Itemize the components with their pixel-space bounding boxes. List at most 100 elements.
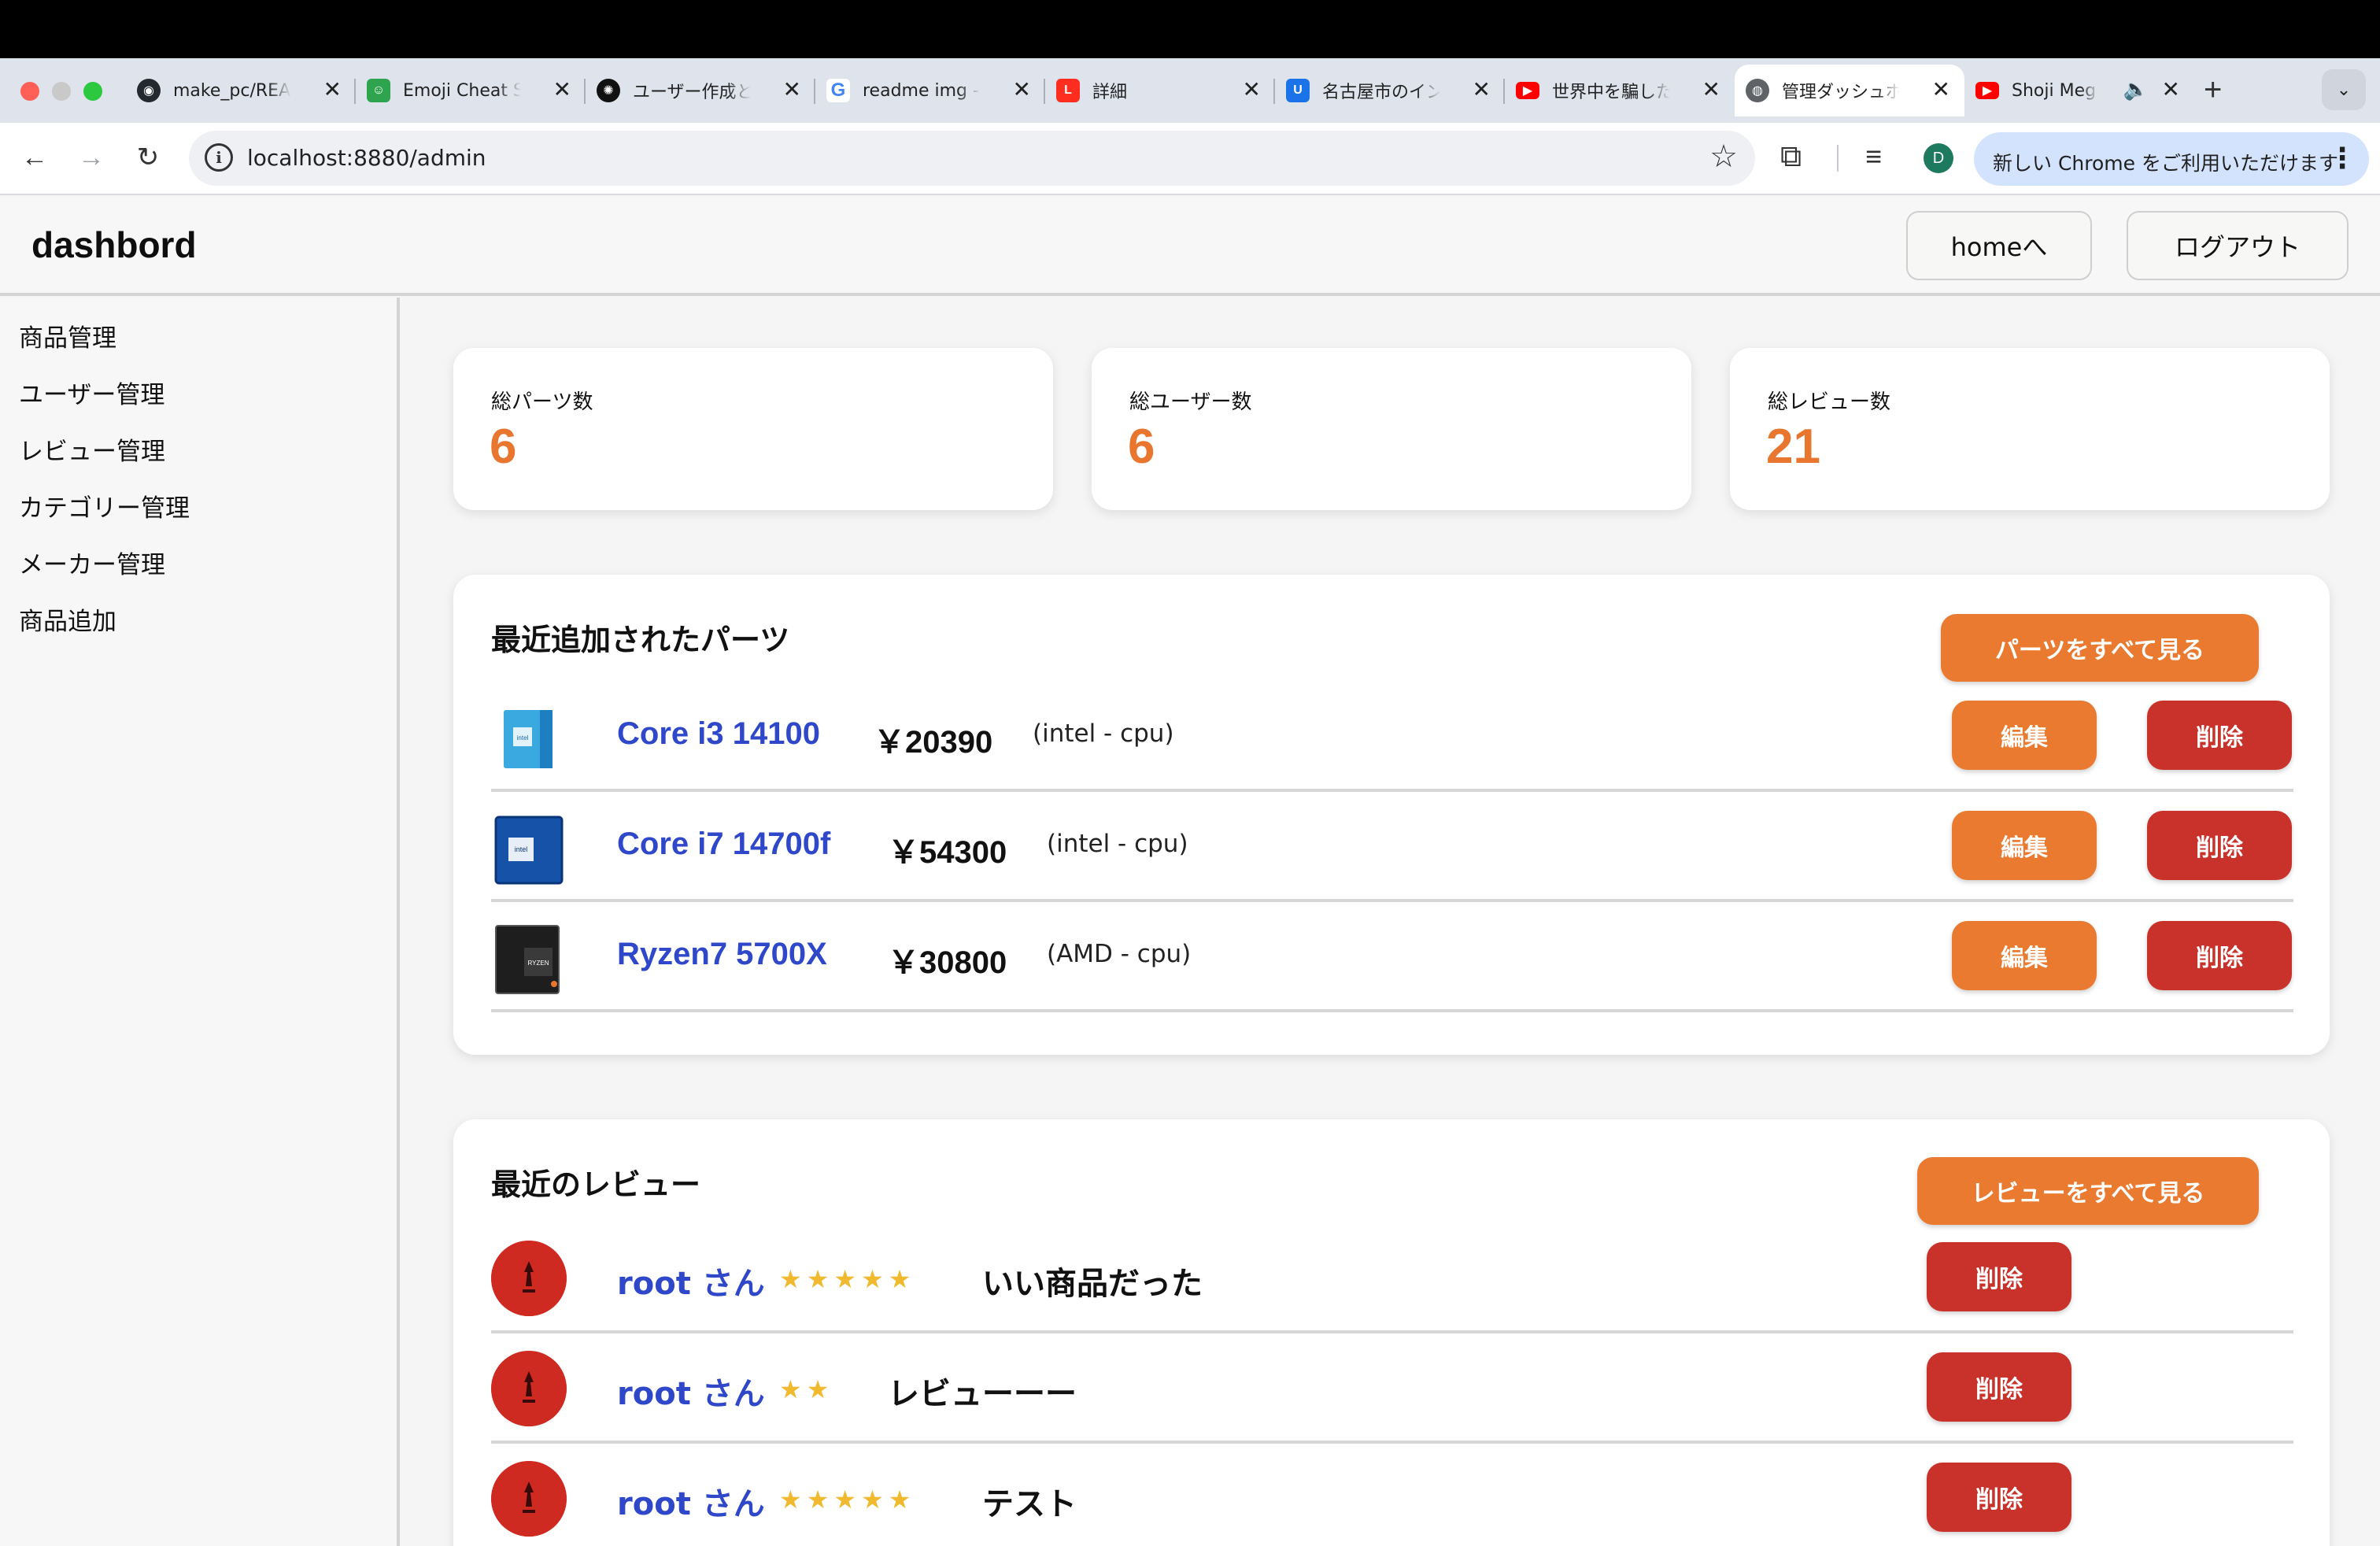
part-meta: (AMD - cpu) — [1047, 940, 1192, 968]
tab-close-icon[interactable]: ✕ — [323, 78, 342, 102]
delete-button[interactable]: 削除 — [1927, 1463, 2071, 1532]
chrome-update-button[interactable]: 新しい Chrome をご利用いただけます ⋮ — [1974, 132, 2369, 186]
browser-tab[interactable]: ▶ Shoji Meg 🔈 ✕ — [1964, 65, 2194, 117]
tab-close-icon[interactable]: ✕ — [1243, 78, 1261, 102]
recent-parts-panel: 最近追加されたパーツ パーツをすべて見る intel Core i3 14100… — [453, 575, 2330, 1055]
tab-close-icon[interactable]: ✕ — [783, 78, 801, 102]
review-comment: いい商品だった — [982, 1266, 1203, 1302]
view-all-parts-button[interactable]: パーツをすべて見る — [1941, 614, 2259, 682]
tab-close-icon[interactable]: ✕ — [1473, 78, 1491, 102]
panel-title: 最近追加されたパーツ — [491, 623, 790, 657]
tab-close-icon[interactable]: ✕ — [1932, 78, 1950, 102]
url-text[interactable]: localhost:8880/admin — [247, 145, 486, 171]
svg-text:RYZEN: RYZEN — [528, 960, 549, 967]
part-meta: (intel - cpu) — [1047, 830, 1188, 858]
delete-button[interactable]: 削除 — [1927, 1242, 2071, 1311]
sidebar-item-categories[interactable]: カテゴリー管理 — [19, 488, 190, 523]
window-minimize-dot[interactable] — [52, 82, 71, 101]
stat-label: 総レビュー数 — [1768, 390, 1891, 414]
svg-text:intel: intel — [517, 734, 529, 742]
browser-tab[interactable]: ◉ make_pc/REA ✕ — [126, 65, 356, 117]
extensions-puzzle-icon[interactable]: ⧉ — [1780, 140, 1802, 174]
tab-title: ユーザー作成と — [633, 83, 751, 102]
emoji-cheat-icon: ☺ — [367, 79, 390, 102]
browser-tab[interactable]: L 詳細 ✕ — [1045, 65, 1275, 117]
site-info-icon[interactable]: i — [205, 143, 233, 172]
window-close-dot[interactable] — [20, 82, 39, 101]
tab-close-icon[interactable]: ✕ — [1013, 78, 1031, 102]
part-name-link[interactable]: Core i3 14100 — [617, 716, 820, 752]
part-thumbnail[interactable]: RYZEN — [491, 921, 567, 997]
user-avatar[interactable] — [491, 1241, 567, 1316]
delete-button[interactable]: 削除 — [2147, 811, 2292, 880]
review-comment: レビューーー — [888, 1376, 1077, 1412]
rating-stars-icon: ★★★★★ — [779, 1485, 916, 1515]
delete-button[interactable]: 削除 — [2147, 921, 2292, 990]
delete-button[interactable]: 削除 — [2147, 701, 2292, 770]
laravel-icon: L — [1056, 79, 1080, 102]
review-user-link[interactable]: root さん — [617, 1478, 765, 1524]
sidebar-item-add-product[interactable]: 商品追加 — [19, 601, 116, 637]
part-thumbnail[interactable]: intel — [491, 811, 567, 886]
speaker-icon[interactable]: 🔈 — [2123, 77, 2149, 102]
edit-button[interactable]: 編集 — [1952, 701, 2097, 770]
tab-title: 世界中を騙した — [1552, 83, 1670, 102]
part-row: intel Core i7 14700f ￥54300 (intel - cpu… — [491, 792, 2293, 902]
bookmark-star-icon[interactable]: ☆ — [1709, 139, 1738, 175]
tab-close-icon[interactable]: ✕ — [553, 78, 571, 102]
brand-title[interactable]: dashbord — [31, 224, 197, 266]
review-comment: テスト — [982, 1486, 1077, 1522]
review-user-link[interactable]: root さん — [617, 1258, 765, 1304]
address-bar[interactable]: i localhost:8880/admin ☆ — [189, 131, 1755, 186]
tab-title: readme img - — [863, 80, 979, 101]
panel-title: 最近のレビュー — [491, 1167, 701, 1202]
browser-tab[interactable]: ✺ ユーザー作成と ✕ — [586, 65, 815, 117]
rating-stars-icon: ★★★★★ — [779, 1264, 916, 1294]
more-menu-icon[interactable]: ⋮ — [2328, 142, 2356, 175]
edit-button[interactable]: 編集 — [1952, 921, 2097, 990]
browser-tab-active[interactable]: ◍ 管理ダッシュボ ✕ — [1735, 65, 1964, 117]
openai-icon: ✺ — [597, 79, 620, 102]
browser-tabs: ◉ make_pc/REA ✕ ☺ Emoji Cheat S ✕ ✺ ユーザー… — [126, 65, 2194, 117]
update-label: 新しい Chrome をご利用いただけます — [1993, 152, 2338, 175]
new-tab-icon[interactable]: + — [2204, 72, 2222, 107]
stat-card-users: 総ユーザー数 6 — [1092, 348, 1691, 510]
part-price: ￥30800 — [888, 945, 1007, 980]
stat-card-reviews: 総レビュー数 21 — [1730, 348, 2330, 510]
home-button[interactable]: homeへ — [1906, 211, 2092, 280]
tab-close-icon[interactable]: ✕ — [2162, 78, 2180, 102]
user-avatar[interactable] — [491, 1461, 567, 1537]
browser-tab[interactable]: G readme img - ✕ — [815, 65, 1045, 117]
stat-label: 総パーツ数 — [491, 390, 593, 414]
screen-top-bar — [0, 0, 2380, 58]
delete-button[interactable]: 削除 — [1927, 1352, 2071, 1422]
user-avatar[interactable] — [491, 1351, 567, 1426]
part-name-link[interactable]: Core i7 14700f — [617, 827, 830, 862]
part-thumbnail[interactable]: intel — [491, 701, 567, 776]
tab-close-icon[interactable]: ✕ — [1702, 78, 1720, 102]
browser-tab[interactable]: ☺ Emoji Cheat S ✕ — [356, 65, 586, 117]
sidebar-item-products[interactable]: 商品管理 — [19, 318, 116, 353]
back-arrow-icon[interactable]: ← — [13, 135, 57, 179]
window-zoom-dot[interactable] — [83, 82, 102, 101]
sidebar-item-users[interactable]: ユーザー管理 — [19, 375, 164, 410]
profile-avatar[interactable]: D — [1924, 143, 1953, 173]
sidebar-item-reviews[interactable]: レビュー管理 — [19, 431, 165, 467]
review-user-link[interactable]: root さん — [617, 1368, 765, 1414]
edit-button[interactable]: 編集 — [1952, 811, 2097, 880]
reload-icon[interactable]: ↻ — [126, 135, 170, 179]
rating-stars-icon: ★★ — [779, 1374, 834, 1404]
youtube-icon: ▶ — [1975, 82, 1999, 99]
globe-icon: ◍ — [1746, 79, 1769, 102]
part-name-link[interactable]: Ryzen7 5700X — [617, 937, 827, 972]
browser-tab[interactable]: U 名古屋市のイン ✕ — [1275, 65, 1505, 117]
tab-title: Emoji Cheat S — [403, 80, 521, 101]
view-all-reviews-button[interactable]: レビューをすべて見る — [1917, 1157, 2259, 1225]
media-control-icon[interactable]: ≡ — [1865, 140, 1882, 173]
browser-tab[interactable]: ▶ 世界中を騙した ✕ — [1505, 65, 1735, 117]
sidebar-item-makers[interactable]: メーカー管理 — [19, 545, 165, 580]
site-icon: U — [1286, 79, 1310, 102]
logout-button[interactable]: ログアウト — [2127, 211, 2349, 280]
tab-search-chevron-icon[interactable]: ⌄ — [2322, 69, 2366, 110]
forward-arrow-icon[interactable]: → — [69, 135, 113, 179]
